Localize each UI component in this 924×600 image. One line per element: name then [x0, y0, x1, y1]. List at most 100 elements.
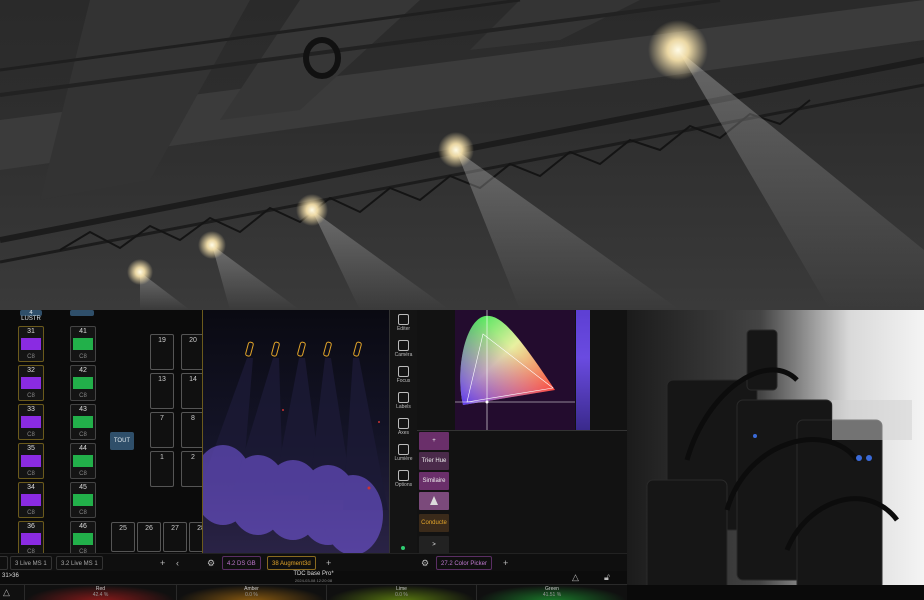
encoder-amber[interactable]: Amber 0.0 %	[176, 585, 326, 600]
light-tool-button[interactable]: Lumière	[390, 442, 417, 468]
fixture-number: 41	[79, 328, 87, 335]
gel-shape-button[interactable]	[419, 492, 449, 510]
fixture-tile[interactable]: 31 C8	[18, 326, 44, 362]
fixtures-hardware-photo	[627, 310, 924, 600]
fixture-number: 32	[27, 367, 35, 374]
edit-tool-label: Editer	[396, 326, 411, 332]
fixtures-photo-graphic	[627, 329, 924, 600]
encoder-value: 41.51 %	[542, 592, 562, 598]
fixture-tile[interactable]: 36 C8	[18, 521, 44, 557]
fixture-cell[interactable]: 19	[150, 334, 174, 370]
camera-icon	[398, 340, 409, 351]
tab-color-picker[interactable]: 27.2 Color Picker	[436, 556, 493, 570]
fixture-color-swatch	[73, 533, 93, 545]
encoder-green[interactable]: Green 41.51 %	[476, 585, 627, 600]
fixture-tile[interactable]: 42 C8	[70, 365, 96, 401]
fixture-color-swatch	[21, 455, 41, 467]
encoder-row: △ Red 42.4 % Amber 0.0 % Lime 0.0 % Gree…	[0, 584, 627, 600]
fixture-cell[interactable]: 25	[111, 522, 135, 552]
tab-partial[interactable]	[0, 556, 8, 570]
add-tab-icon[interactable]: +	[160, 556, 165, 570]
group-tag-lustr[interactable]: 4 LUSTR	[20, 310, 42, 322]
fixture-subtitle: C8	[27, 354, 35, 360]
fixture-color-swatch	[21, 494, 41, 506]
fixture-cell[interactable]: 26	[137, 522, 161, 552]
camera-tool-button[interactable]: Caméra	[390, 338, 417, 364]
fixture-cell[interactable]: 27	[163, 522, 187, 552]
fixture-color-swatch	[73, 377, 93, 389]
options-tool-label: Options	[394, 482, 413, 488]
show-date: 2024-03-08 12:20:08	[294, 578, 333, 583]
fixture-color-swatch	[21, 416, 41, 428]
gear-icon	[398, 470, 409, 481]
light-tool-label: Lumière	[394, 456, 413, 462]
command-line-bar: TDC base Pro* 2024-03-08 12:20:08 31>36 …	[0, 571, 627, 584]
fixture-number: 46	[79, 523, 87, 530]
fixture-cell[interactable]: 13	[150, 373, 174, 409]
fixture-tile[interactable]: 41 C8	[70, 326, 96, 362]
fixture-color-swatch	[21, 338, 41, 350]
encoder-lime[interactable]: Lime 0.0 %	[326, 585, 476, 600]
group-tag-right[interactable]	[70, 310, 94, 316]
encoder-value: 0.0 %	[245, 592, 258, 598]
tab-live-ms-1[interactable]: 3 Live MS 1	[10, 556, 52, 570]
labels-tool-button[interactable]: Labels	[390, 390, 417, 416]
similar-button[interactable]: Similaire	[419, 472, 449, 490]
next-page-button[interactable]: >	[419, 536, 449, 554]
camera-tool-label: Caméra	[394, 352, 413, 358]
fixture-cell[interactable]: 1	[150, 451, 174, 487]
fixture-tile[interactable]: 44 C8	[70, 443, 96, 479]
cone-icon	[430, 496, 438, 505]
tab-augment3d[interactable]: 38 Augment3d	[267, 556, 316, 570]
focus-tool-button[interactable]: Focus	[390, 364, 417, 390]
status-dot	[401, 546, 405, 550]
edit-tool-button[interactable]: Editer	[390, 312, 417, 338]
gear-icon[interactable]: ⚙	[207, 556, 215, 570]
fixture-tile[interactable]: 34 C8	[18, 482, 44, 518]
focus-tool-label: Focus	[396, 378, 411, 384]
fixture-number: 33	[27, 406, 35, 413]
venue-ceiling-photo	[0, 0, 924, 310]
color-picker-panel: + Lumineux Trier Hue Similaire Conducte …	[417, 310, 627, 554]
axes-tool-button[interactable]: Axes	[390, 416, 417, 442]
lighting-console-screen: 4 LUSTR 31 C8 32 C8 33 C8 35 C8 34 C8 36 C8 41 C8 42 C…	[0, 310, 627, 600]
sort-hue-button[interactable]: Trier Hue	[419, 452, 449, 470]
pencil-icon	[398, 314, 409, 325]
axes-icon	[398, 418, 409, 429]
warning-icon[interactable]: △	[572, 572, 579, 583]
options-tool-button[interactable]: Options	[390, 468, 417, 494]
tout-button[interactable]: TOUT	[110, 432, 134, 450]
fixture-tile[interactable]: 33 C8	[18, 404, 44, 440]
warning-icon[interactable]: △	[3, 587, 10, 598]
fixture-number: 45	[79, 484, 87, 491]
fixture-number: 34	[27, 484, 35, 491]
fixture-cell[interactable]: 7	[150, 412, 174, 448]
command-line-input[interactable]: 31>36	[2, 573, 19, 579]
light-icon	[398, 444, 409, 455]
cie-color-chart[interactable]	[455, 310, 575, 430]
ceiling-photo-graphic	[0, 0, 924, 310]
hue-slider[interactable]	[576, 310, 590, 430]
tab-live-ms-1-2[interactable]: 3.2 Live MS 1	[56, 556, 103, 570]
fixture-tile[interactable]: 43 C8	[70, 404, 96, 440]
brighter-button[interactable]: + Lumineux	[419, 432, 449, 462]
tab-ds-gb[interactable]: 4.2 DS GB	[222, 556, 261, 570]
fixture-subtitle: C8	[27, 471, 35, 477]
add-tab-icon[interactable]: +	[326, 556, 331, 570]
fixture-tile[interactable]: 45 C8	[70, 482, 96, 518]
lock-icon[interactable]: 🔓︎	[604, 572, 610, 583]
conduct-button[interactable]: Conducte	[419, 514, 449, 532]
fixture-tile[interactable]: 32 C8	[18, 365, 44, 401]
fixture-color-swatch	[73, 455, 93, 467]
fixture-tile[interactable]: 46 C8	[70, 521, 96, 557]
fixture-color-swatch	[73, 416, 93, 428]
fixture-color-swatch	[21, 533, 41, 545]
show-name: TDC base Pro*	[293, 571, 334, 577]
fixture-subtitle: C8	[79, 354, 87, 360]
chevron-left-icon[interactable]: ‹	[176, 556, 179, 570]
gear-icon[interactable]: ⚙	[421, 556, 429, 570]
add-tab-icon[interactable]: +	[503, 556, 508, 570]
fixture-tile[interactable]: 35 C8	[18, 443, 44, 479]
encoder-red[interactable]: Red 42.4 %	[24, 585, 176, 600]
augment3d-view[interactable]	[202, 310, 390, 553]
